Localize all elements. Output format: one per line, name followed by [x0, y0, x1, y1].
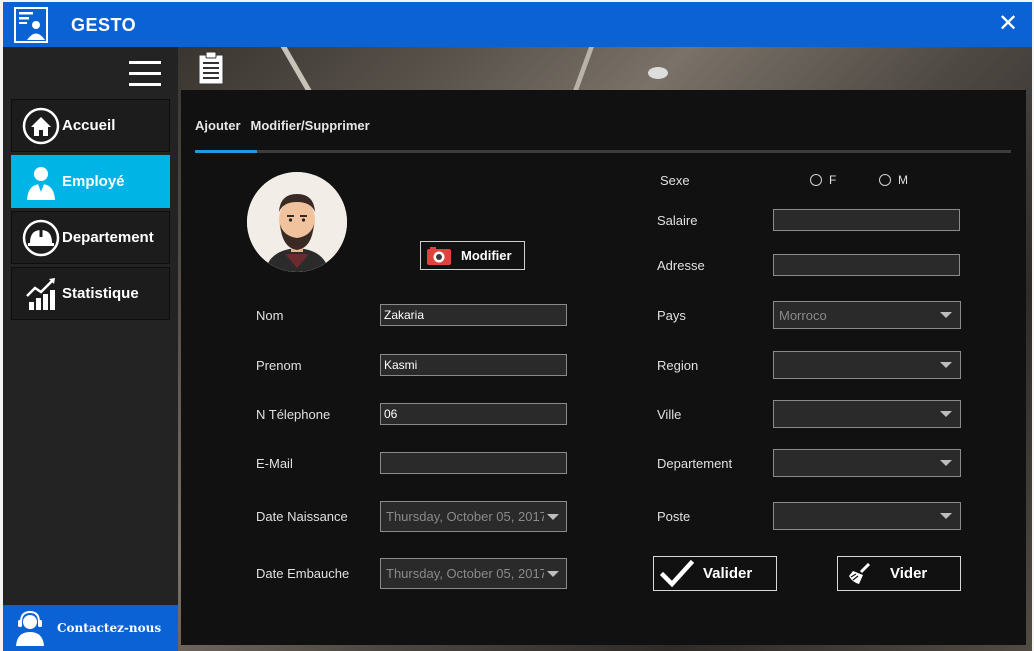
pays-value: Morroco: [779, 307, 827, 323]
date-embauche-value: Thursday, October 05, 2017: [386, 566, 547, 581]
sexe-radio-f[interactable]: F: [810, 173, 836, 187]
chevron-down-icon: [547, 570, 559, 577]
sexe-label: Sexe: [660, 173, 690, 188]
prenom-label: Prenom: [256, 358, 302, 373]
chevron-down-icon: [940, 312, 952, 318]
tab-underline: [195, 150, 1011, 153]
sidebar-item-statistique[interactable]: Statistique: [11, 267, 170, 320]
sidebar: Accueil Employé Departement Statistique: [3, 47, 178, 651]
ville-select[interactable]: [773, 400, 961, 428]
chevron-down-icon: [940, 362, 952, 368]
tab-ajouter[interactable]: Ajouter: [195, 118, 241, 135]
region-label: Region: [657, 358, 699, 373]
sidebar-item-label: Departement: [62, 229, 154, 246]
chevron-down-icon: [547, 513, 559, 520]
sexe-radio-m[interactable]: M: [879, 173, 908, 187]
change-photo-button[interactable]: Modifier: [420, 241, 525, 270]
sidebar-item-label: Accueil: [62, 117, 116, 134]
chart-icon: [26, 277, 55, 310]
hardhat-icon: [22, 219, 60, 256]
valider-label: Valider: [703, 565, 753, 582]
close-button[interactable]: ✕: [996, 10, 1020, 38]
prenom-input[interactable]: [380, 354, 567, 376]
checkmark-icon: [660, 559, 694, 587]
departement-select[interactable]: [773, 449, 961, 477]
telephone-input[interactable]: [380, 403, 567, 425]
poste-label: Poste: [657, 509, 691, 524]
employee-icon: [27, 166, 55, 200]
radio-circle: [879, 174, 891, 186]
vider-button[interactable]: Vider: [837, 556, 961, 591]
app-title: GESTO: [71, 15, 137, 35]
headset-support-icon: [16, 610, 44, 646]
sidebar-item-accueil[interactable]: Accueil: [11, 99, 170, 152]
broom-clear-icon: [849, 562, 871, 584]
contact-label: Contactez-nous: [57, 621, 162, 635]
departement-label: Departement: [657, 456, 733, 471]
date-naissance-label: Date Naissance: [256, 509, 348, 524]
contact-button[interactable]: Contactez-nous: [3, 605, 178, 651]
sidebar-item-label: Employé: [62, 173, 125, 190]
ville-label: Ville: [657, 407, 682, 422]
employee-form-panel: Ajouter Modifier/Supprimer Modifier Nom …: [181, 90, 1026, 645]
active-tab-indicator: [195, 150, 257, 153]
clipboard-icon[interactable]: [197, 51, 225, 85]
sidebar-item-employe[interactable]: Employé: [11, 155, 170, 208]
chevron-down-icon: [940, 411, 952, 417]
change-photo-label: Modifier: [461, 248, 512, 263]
email-input[interactable]: [380, 452, 567, 474]
date-naissance-picker[interactable]: Thursday, October 05, 2017: [380, 501, 567, 532]
tab-modifier-supprimer[interactable]: Modifier/Supprimer: [251, 118, 370, 135]
tab-bar: Ajouter Modifier/Supprimer: [195, 118, 380, 135]
chevron-down-icon: [940, 460, 952, 466]
sidebar-item-departement[interactable]: Departement: [11, 211, 170, 264]
avatar-person-icon: [247, 172, 347, 272]
salaire-input[interactable]: [773, 209, 960, 231]
title-bar: GESTO ✕: [3, 2, 1032, 47]
home-icon: [22, 107, 60, 144]
radio-circle: [810, 174, 822, 186]
camera-icon: [427, 246, 451, 265]
adresse-input[interactable]: [773, 254, 960, 276]
poste-select[interactable]: [773, 502, 961, 530]
radio-label: F: [829, 173, 837, 187]
salaire-label: Salaire: [657, 213, 698, 228]
telephone-label: N Télephone: [256, 407, 331, 422]
chevron-down-icon: [940, 513, 952, 519]
app-logo-icon: [14, 7, 48, 43]
pays-select[interactable]: Morroco: [773, 301, 961, 329]
region-select[interactable]: [773, 351, 961, 379]
date-naissance-value: Thursday, October 05, 2017: [386, 509, 547, 524]
hamburger-menu-icon[interactable]: [129, 61, 161, 87]
nom-input[interactable]: [380, 304, 567, 326]
pays-label: Pays: [657, 308, 686, 323]
radio-label: M: [898, 173, 908, 187]
nom-label: Nom: [256, 308, 284, 323]
email-label: E-Mail: [256, 456, 293, 471]
employee-avatar: [247, 172, 347, 272]
date-embauche-picker[interactable]: Thursday, October 05, 2017: [380, 558, 567, 589]
date-embauche-label: Date Embauche: [256, 566, 350, 581]
adresse-label: Adresse: [657, 258, 705, 273]
sidebar-item-label: Statistique: [62, 285, 139, 302]
vider-label: Vider: [890, 565, 928, 582]
valider-button[interactable]: Valider: [653, 556, 777, 591]
